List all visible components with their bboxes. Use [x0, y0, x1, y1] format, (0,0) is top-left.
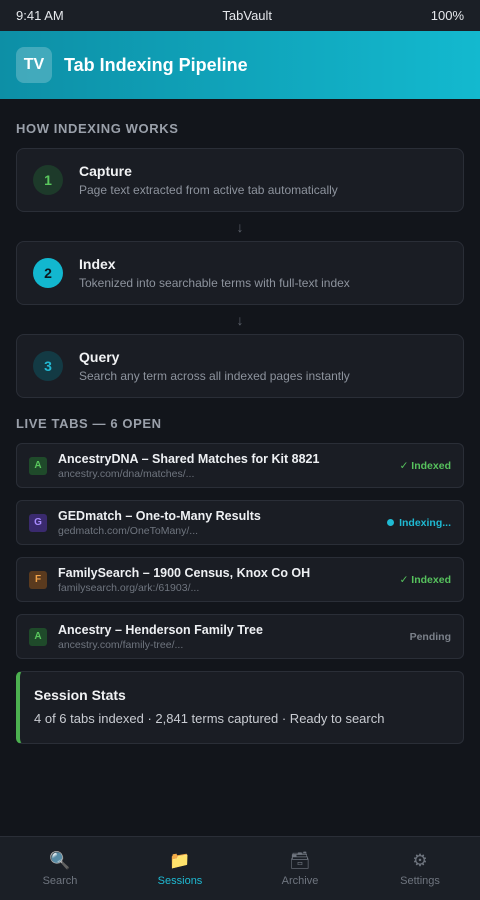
nav-label: Sessions: [157, 874, 203, 887]
nav-search[interactable]: 🔍 Search: [0, 837, 120, 900]
progress-dot-icon: [387, 519, 395, 526]
tab-title: Ancestry – Henderson Family Tree: [58, 622, 263, 637]
step-title: Index: [79, 256, 116, 272]
tab-title: FamilySearch – 1900 Census, Knox Co OH: [58, 565, 311, 580]
step-index: 2 Index Tokenized into searchable terms …: [16, 241, 464, 305]
tab-title: GEDmatch – One-to-Many Results: [58, 508, 261, 523]
nav-sessions[interactable]: 📁 Sessions: [120, 837, 240, 900]
search-icon: 🔍: [49, 850, 71, 870]
nav-settings[interactable]: ⚙ Settings: [360, 837, 480, 900]
step-number: 2: [33, 258, 63, 288]
status-text: Indexing...: [399, 516, 451, 529]
step-title: Capture: [79, 163, 132, 179]
how-indexing-heading: HOW INDEXING WORKS: [16, 121, 179, 136]
tab-url: ancestry.com/dna/matches/...: [58, 467, 195, 480]
step-description: Page text extracted from active tab auto…: [79, 183, 338, 197]
session-stats-card: Session Stats 4 of 6 tabs indexed · 2,84…: [16, 671, 464, 744]
nav-label: Search: [42, 874, 78, 887]
tab-url: familysearch.org/ark:/61903/...: [58, 581, 200, 594]
gedmatch-favicon-icon: G: [29, 513, 47, 532]
status-battery: 100%: [430, 8, 464, 23]
tab-card-ancestry-tree[interactable]: A Ancestry – Henderson Family Tree ances…: [16, 614, 464, 659]
app-header: TV Tab Indexing Pipeline: [0, 31, 480, 99]
gear-icon: ⚙: [412, 850, 428, 870]
step-number: 1: [33, 165, 63, 195]
status-text: Pending: [409, 630, 451, 643]
status-time: 9:41 AM: [16, 8, 64, 23]
folder-icon: 📁: [169, 850, 191, 870]
tab-card-ancestry-dna[interactable]: A AncestryDNA – Shared Matches for Kit 8…: [16, 443, 464, 488]
step-capture: 1 Capture Page text extracted from activ…: [16, 148, 464, 212]
nav-label: Settings: [400, 874, 440, 887]
status-text: ✓ Indexed: [399, 573, 451, 586]
tab-title: AncestryDNA – Shared Matches for Kit 882…: [58, 451, 320, 466]
nav-label: Archive: [281, 874, 319, 887]
familysearch-favicon-icon: F: [29, 570, 47, 589]
tab-card-gedmatch[interactable]: G GEDmatch – One-to-Many Results gedmatc…: [16, 500, 464, 545]
page-title: Tab Indexing Pipeline: [64, 54, 248, 75]
tab-card-familysearch[interactable]: F FamilySearch – 1900 Census, Knox Co OH…: [16, 557, 464, 602]
arrow-down-icon: ↓: [236, 311, 244, 328]
step-number: 3: [33, 351, 63, 381]
status-badge: ✓ Indexed: [400, 574, 451, 586]
archive-icon: 🗃: [289, 850, 311, 870]
status-badge: Pending: [410, 631, 451, 643]
status-bar: 9:41 AM TabVault 100%: [0, 0, 480, 31]
step-description: Search any term across all indexed pages…: [79, 369, 350, 383]
ancestry-favicon-icon: A: [29, 456, 47, 475]
stats-summary: 4 of 6 tabs indexed · 2,841 terms captur…: [34, 711, 385, 726]
nav-archive[interactable]: 🗃 Archive: [240, 837, 360, 900]
status-badge: Indexing...: [387, 517, 451, 529]
status-app-name: TabVault: [222, 8, 273, 23]
status-badge: ✓ Indexed: [400, 460, 451, 472]
arrow-down-icon: ↓: [236, 218, 244, 235]
tab-url: gedmatch.com/OneToMany/...: [58, 524, 199, 537]
step-title: Query: [79, 349, 120, 365]
step-description: Tokenized into searchable terms with ful…: [79, 276, 350, 290]
bottom-nav: 🔍 Search 📁 Sessions 🗃 Archive ⚙ Settings: [0, 836, 480, 900]
ancestry-favicon-icon: A: [29, 627, 47, 646]
stats-title: Session Stats: [34, 687, 126, 703]
app-logo[interactable]: TV: [16, 47, 52, 83]
tab-url: ancestry.com/family-tree/...: [58, 638, 184, 651]
status-text: ✓ Indexed: [399, 459, 451, 472]
step-query: 3 Query Search any term across all index…: [16, 334, 464, 398]
live-tabs-heading: LIVE TABS — 6 OPEN: [16, 416, 162, 431]
